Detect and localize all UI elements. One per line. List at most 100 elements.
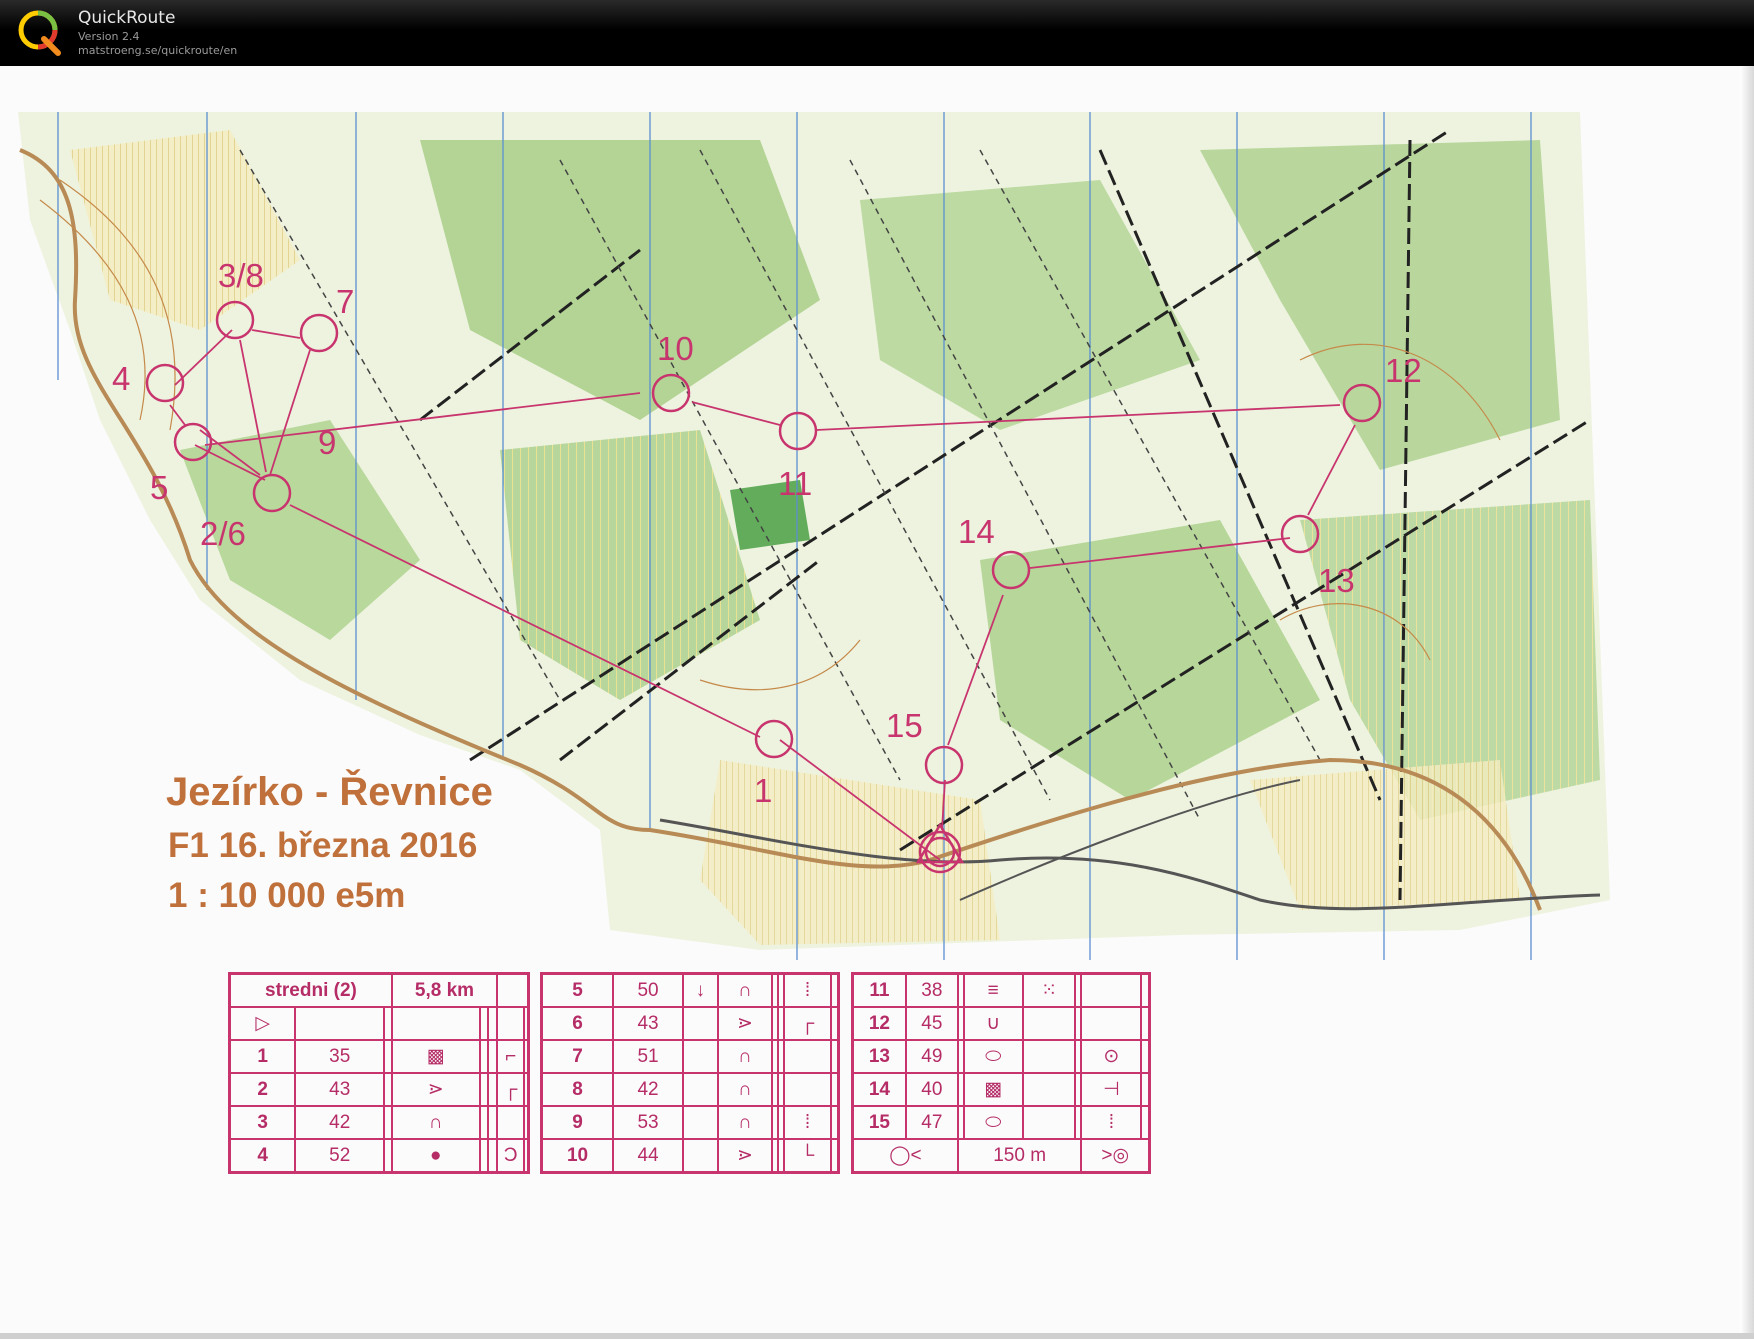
circle-dot-icon: ⊙ [1080,1039,1143,1074]
description-row: 13 49 ⬭ ⊙ [851,1039,1151,1074]
dot-icon: ● [390,1138,481,1174]
start-triangle-icon: ▷ [228,1006,297,1041]
description-row: 10 44 ⋗ └ [540,1138,840,1174]
description-row: 6 43 ⋗ ┌ [540,1006,840,1041]
description-row: 7 51 ∩ [540,1039,840,1074]
description-row: 3 42 ∩ [228,1105,530,1140]
dots-icon: ⁙ [1021,972,1077,1008]
description-row: 14 40 ▩ ⊣ [851,1072,1151,1107]
wedge-icon: ⋗ [716,1006,774,1041]
control-number: 10 [540,1138,615,1174]
knoll-icon: ∩ [716,1039,774,1074]
course-name: stredni (2) [228,972,393,1008]
corner-icon: ⌐ [496,1039,526,1074]
control-label: 4 [112,360,131,397]
control-number: 13 [851,1039,907,1074]
description-row: 4 52 ● Ͻ [228,1138,530,1174]
control-number: 1 [228,1039,297,1074]
wedge-icon: ⋗ [716,1138,774,1174]
map-scale: 1 : 10 000 e5m [168,876,406,915]
foot-icon: ⁞ [1080,1105,1143,1140]
control-code: 38 [904,972,959,1008]
description-row: 8 42 ∩ [540,1072,840,1107]
thicket-icon: ▩ [390,1039,481,1074]
wedge-icon: ⋗ [390,1072,481,1107]
finish-distance: 150 m [956,1138,1083,1174]
description-row: 15 47 ⬭ ⁞ [851,1105,1151,1140]
description-row: 5 50 ↓ ∩ ⁞ [540,972,840,1008]
control-code: 50 [612,972,685,1008]
control-code: 53 [612,1105,685,1140]
control-number: 4 [228,1138,297,1174]
course-length: 5,8 km [390,972,499,1008]
control-number: 15 [851,1105,907,1140]
control-code: 43 [612,1006,685,1041]
control-number: 11 [851,972,907,1008]
end-icon: ⊣ [1080,1072,1143,1107]
control-label: 12 [1385,352,1422,389]
finish-circle-icon: >◎ [1080,1138,1151,1174]
control-number: 5 [540,972,615,1008]
control-label: 2/6 [200,515,246,552]
description-row: 12 45 ∪ [851,1006,1151,1041]
description-row: 1 35 ▩ ⌐ [228,1039,530,1074]
map-title: Jezírko - Řevnice [166,770,493,814]
start-row: ▷ [228,1006,530,1041]
finish-row: ◯< 150 m >◎ [851,1138,1151,1174]
control-number: 2 [228,1072,297,1107]
foot-icon: ⁞ [783,1105,832,1140]
knoll-icon: ∩ [716,1072,774,1107]
map-event-date: F1 16. března 2016 [168,826,478,865]
knoll-icon: ∩ [390,1105,481,1140]
down-arrow-icon: ↓ [682,972,719,1008]
depression-icon: ∪ [962,1006,1024,1041]
control-code: 51 [612,1039,685,1074]
control-code: 49 [904,1039,959,1074]
control-label: 10 [657,330,694,367]
control-label: 15 [886,707,923,744]
control-label: 13 [1318,562,1355,599]
finish-funnel-icon: ◯< [851,1138,959,1174]
control-code: 40 [904,1072,959,1107]
control-number: 9 [540,1105,615,1140]
control-code: 42 [294,1105,386,1140]
control-label: 3/8 [218,257,264,294]
control-number: 14 [851,1072,907,1107]
control-code: 45 [904,1006,959,1041]
control-code: 43 [294,1072,386,1107]
control-label: 1 [754,772,773,809]
corner-icon: ┌ [496,1072,526,1107]
control-code: 44 [612,1138,685,1174]
control-label: 11 [778,465,813,502]
control-description-table-left: stredni (2) 5,8 km ▷ 1 35 ▩ ⌐ 2 43 ⋗ ┌ 3… [228,972,530,1174]
control-label: 14 [958,513,995,550]
description-row: 11 38 ≡ ⁙ [851,972,1151,1008]
thicket-icon: ▩ [962,1072,1024,1107]
hollow-icon: Ͻ [496,1138,526,1174]
corner-icon: ┌ [783,1006,832,1041]
control-number: 6 [540,1006,615,1041]
control-label: 5 [150,469,169,506]
control-description-table-middle: 5 50 ↓ ∩ ⁞ 6 43 ⋗ ┌ 7 51 ∩ 8 42 ∩ 9 53 ∩… [540,972,840,1174]
control-code: 47 [904,1105,959,1140]
description-row: 9 53 ∩ ⁞ [540,1105,840,1140]
description-header-row: stredni (2) 5,8 km [228,972,530,1008]
oval-icon: ⬭ [962,1039,1024,1074]
control-code: 52 [294,1138,386,1174]
control-number: 7 [540,1039,615,1074]
knoll-icon: ∩ [716,1105,774,1140]
knoll-icon: ∩ [716,972,774,1008]
oval-icon: ⬭ [962,1105,1024,1140]
control-code: 35 [294,1039,386,1074]
control-code: 42 [612,1072,685,1107]
marsh-icon: ≡ [962,972,1024,1008]
foot-icon: ⁞ [783,972,832,1008]
description-row: 2 43 ⋗ ┌ [228,1072,530,1107]
corner-icon: └ [783,1138,832,1174]
control-number: 12 [851,1006,907,1041]
control-label: 7 [336,283,355,320]
control-description-table-right: 11 38 ≡ ⁙ 12 45 ∪ 13 49 ⬭ ⊙ 14 40 ▩ ⊣ 15… [851,972,1151,1174]
control-number: 8 [540,1072,615,1107]
control-number: 3 [228,1105,297,1140]
control-label: 9 [318,424,337,461]
